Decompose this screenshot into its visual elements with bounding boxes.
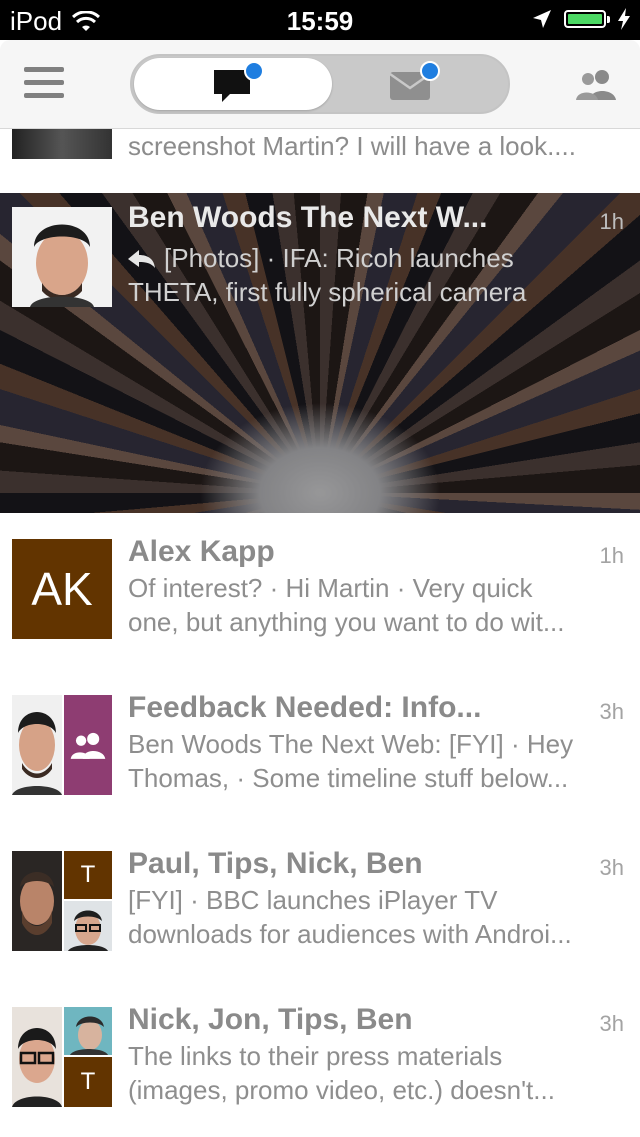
avatar-initial-tile: T — [64, 1057, 112, 1107]
battery-icon — [564, 10, 610, 28]
contacts-button[interactable] — [574, 68, 618, 100]
avatar — [12, 207, 112, 307]
preview-line: Of interest? · Hi Martin · Very quick — [128, 573, 533, 603]
preview-line: [FYI] · BBC launches iPlayer TV — [128, 885, 498, 915]
avatar — [12, 695, 62, 795]
inbox-segmented-control — [130, 54, 510, 114]
avatar — [12, 129, 112, 159]
unread-dot — [244, 61, 264, 81]
list-item[interactable]: T Nick, Jon, Tips, Ben 3h The links to t… — [0, 981, 640, 1137]
nav-bar — [0, 40, 640, 129]
status-right — [532, 8, 630, 30]
preview-line: THETA, first fully spherical camera — [128, 277, 527, 307]
avatar — [64, 901, 112, 951]
avatar: AK — [12, 539, 112, 639]
status-bar: iPod 15:59 — [0, 0, 640, 40]
featured-list-item[interactable]: Ben Woods The Next W... 1h [Photos] · IF… — [0, 193, 640, 513]
preview-line: one, but anything you want to do wit... — [128, 607, 565, 637]
sender-name: Paul, Tips, Nick, Ben — [128, 847, 423, 880]
avatar — [12, 1007, 62, 1107]
list-item[interactable]: T Paul, Tips, Nick, Ben 3h [FYI] · BBC l… — [0, 825, 640, 981]
location-arrow-icon — [533, 10, 551, 28]
preview-line: [Photos] · IFA: Ricoh launches — [128, 243, 514, 274]
unread-dot — [420, 61, 440, 81]
conversation-list[interactable]: screenshot Martin? I will have a look...… — [0, 129, 640, 1137]
list-item[interactable]: Feedback Needed: Info... 3h Ben Woods Th… — [0, 669, 640, 825]
sender-name: Feedback Needed: Info... — [128, 691, 482, 724]
list-item[interactable]: AK Alex Kapp 1h Of interest? · Hi Martin… — [0, 513, 640, 669]
preview-line: The links to their press materials — [128, 1041, 503, 1071]
people-icon — [576, 70, 616, 100]
timestamp: 3h — [599, 855, 624, 880]
timestamp: 1h — [599, 543, 624, 568]
charging-bolt-icon — [618, 8, 630, 30]
hamburger-line — [24, 80, 64, 85]
people-icon — [70, 732, 106, 759]
avatar-initial-tile: T — [64, 851, 112, 899]
sender-name: Alex Kapp — [128, 535, 275, 568]
preview-line: downloads for audiences with Androi... — [128, 919, 572, 949]
group-avatar — [64, 695, 112, 795]
hamburger-icon — [24, 67, 64, 72]
preview-line: Ben Woods The Next Web: [FYI] · Hey — [128, 729, 574, 759]
preview-line: (images, promo video, etc.) doesn't... — [128, 1075, 555, 1105]
timestamp: 3h — [599, 699, 624, 724]
message-preview: screenshot Martin? I will have a look...… — [128, 131, 576, 161]
avatar — [64, 1007, 112, 1055]
list-item[interactable]: screenshot Martin? I will have a look...… — [0, 129, 640, 193]
preview-line: Thomas, · Some timeline stuff below... — [128, 763, 569, 793]
preview-text: [Photos] · IFA: Ricoh launches — [164, 243, 514, 273]
timestamp: 3h — [599, 1011, 624, 1036]
timestamp: 1h — [599, 209, 624, 234]
sender-name: Nick, Jon, Tips, Ben — [128, 1003, 413, 1036]
avatar — [12, 851, 62, 951]
reply-arrow-icon — [128, 249, 155, 268]
menu-button[interactable] — [24, 67, 64, 101]
sender-name: Ben Woods The Next W... — [128, 201, 488, 234]
hamburger-line — [24, 93, 64, 98]
